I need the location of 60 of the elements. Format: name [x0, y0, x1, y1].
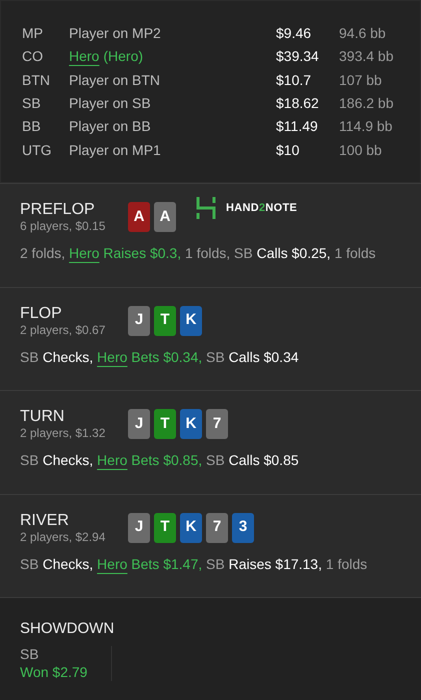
- position-label: BTN: [22, 70, 51, 90]
- player-name: Player on MP1: [69, 140, 161, 160]
- playing-card: K: [180, 306, 202, 336]
- position-label: SB: [22, 94, 42, 114]
- playing-card: 7: [206, 512, 228, 542]
- action-line: SB Checks, Hero Bets $0.85, SB Calls $0.85: [20, 451, 300, 470]
- playing-card: T: [154, 409, 176, 439]
- player-position: SB: [20, 646, 40, 663]
- playing-card: T: [154, 512, 176, 542]
- position-label: UTG: [22, 140, 53, 160]
- player-link[interactable]: Hero: [97, 556, 128, 572]
- win-amount: Won $2.79: [20, 663, 88, 681]
- street-summary: 2 players, $2.94: [20, 530, 106, 544]
- position-label: MP: [22, 24, 44, 44]
- player-link[interactable]: Hero: [69, 46, 100, 68]
- playing-card: A: [154, 202, 176, 232]
- playing-card: J: [128, 409, 150, 439]
- section-title: SHOWDOWN: [20, 619, 116, 639]
- player-name: Player on SB: [69, 94, 151, 114]
- big-blinds: 94.6 bb: [339, 24, 386, 44]
- big-blinds: 114.9 bb: [339, 117, 392, 136]
- action-line: 2 folds, Hero Raises $0.3, 1 folds, SB Calls $0.25, 1 folds: [20, 244, 377, 263]
- street-summary: 2 players, $1.32: [20, 426, 106, 441]
- street-summary: 2 players, $0.67: [20, 322, 106, 338]
- position-label: BB: [22, 117, 42, 136]
- player-name: Player on BTN: [69, 70, 160, 90]
- logo-text: HAND2NOTE: [226, 200, 298, 216]
- player-name: Player on BB: [69, 117, 151, 136]
- stack-amount: $10: [276, 140, 300, 160]
- playing-card: J: [128, 512, 150, 542]
- big-blinds: 393.4 bb: [339, 47, 394, 66]
- street-title: FLOP: [20, 304, 63, 322]
- stack-amount: $39.34: [276, 47, 320, 66]
- playing-card: 3: [232, 512, 254, 542]
- player-link[interactable]: Hero: [97, 348, 128, 364]
- street-title: PREFLOP: [20, 201, 96, 219]
- street-summary: 6 players, $0.15: [20, 219, 106, 234]
- street-title: TURN: [20, 408, 66, 426]
- position-label: CO: [22, 47, 44, 66]
- playing-card: A: [128, 202, 150, 232]
- player-name: (Hero): [103, 47, 144, 66]
- stack-amount: $10.7: [276, 70, 312, 90]
- stack-amount: $18.62: [276, 94, 320, 114]
- street-title: RIVER: [20, 512, 70, 530]
- playing-card: K: [180, 512, 202, 542]
- big-blinds: 100 bb: [339, 140, 382, 160]
- big-blinds: 107 bb: [339, 70, 382, 90]
- big-blinds: 186.2 bb: [339, 94, 394, 114]
- stack-amount: $9.46: [276, 24, 312, 44]
- playing-card: J: [128, 306, 150, 336]
- playing-card: T: [154, 306, 176, 336]
- player-name: Player on MP2: [69, 24, 161, 44]
- action-line: SB Checks, Hero Bets $0.34, SB Calls $0.34: [20, 348, 300, 366]
- player-link[interactable]: Hero: [69, 245, 100, 261]
- playing-card: K: [180, 409, 202, 439]
- logo-icon: [196, 197, 216, 219]
- player-link[interactable]: Hero: [97, 452, 128, 468]
- stack-amount: $11.49: [276, 117, 319, 136]
- playing-card: 7: [206, 409, 228, 439]
- action-line: SB Checks, Hero Bets $1.47, SB Raises $17.13, 1 folds: [20, 554, 368, 574]
